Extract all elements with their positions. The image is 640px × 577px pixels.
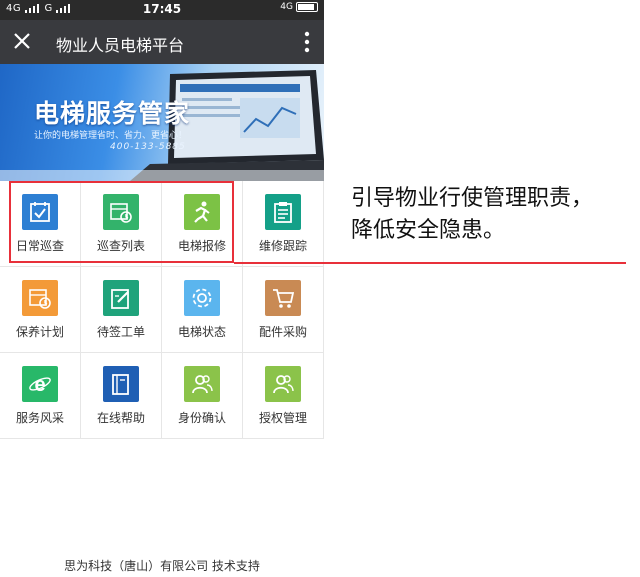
callout-line-2: 降低安全隐患。 bbox=[351, 218, 506, 243]
close-icon[interactable] bbox=[12, 31, 32, 51]
nav-bar: 物业人员电梯平台 bbox=[0, 20, 324, 64]
banner: 电梯服务管家 让你的电梯管理省时、省力、更省心！ 400-133-5885 bbox=[0, 64, 324, 181]
callout-line-1: 引导物业行使管理职责， bbox=[351, 186, 594, 211]
svg-text:e: e bbox=[34, 374, 45, 395]
battery-icon bbox=[296, 2, 318, 12]
phone-screen: 4G G 17:45 4G 物业人员电梯平台 电梯服务管家 让你的电梯管理省时、… bbox=[0, 0, 324, 577]
callout-text: 引导物业行使管理职责， 降低安全隐患。 bbox=[351, 183, 593, 247]
status-right: 4G bbox=[280, 2, 318, 12]
callout-line bbox=[234, 262, 626, 264]
menu-item[interactable]: 授权管理 bbox=[243, 353, 324, 439]
menu-item-label: 配件采购 bbox=[258, 325, 307, 339]
footer-credit: 思为科技（唐山）有限公司 技术支持 bbox=[64, 559, 260, 573]
more-menu-icon[interactable] bbox=[304, 31, 310, 53]
menu-item-label: 待签工单 bbox=[96, 325, 145, 339]
menu-item[interactable]: 保养计划 bbox=[0, 267, 81, 353]
banner-phone: 400-133-5885 bbox=[110, 142, 186, 152]
menu-item-label: 授权管理 bbox=[258, 411, 307, 425]
network-label: 4G bbox=[280, 2, 293, 12]
menu-item[interactable]: 配件采购 bbox=[243, 267, 324, 353]
page-title: 物业人员电梯平台 bbox=[56, 36, 185, 55]
users-icon bbox=[265, 366, 301, 402]
browser-e-icon: e bbox=[22, 366, 58, 402]
clipboard-list-icon bbox=[265, 194, 301, 230]
menu-item-label: 服务风采 bbox=[15, 411, 64, 425]
banner-title: 电梯服务管家 bbox=[34, 99, 191, 128]
menu-item[interactable]: 电梯状态 bbox=[162, 267, 243, 353]
menu-item-label: 维修跟踪 bbox=[258, 239, 307, 253]
highlight-box bbox=[9, 181, 234, 263]
menu-item[interactable]: 身份确认 bbox=[162, 353, 243, 439]
status-bar: 4G G 17:45 4G bbox=[0, 0, 324, 20]
gear-icon bbox=[184, 280, 220, 316]
menu-item-label: 在线帮助 bbox=[96, 411, 145, 425]
menu-item-label: 电梯状态 bbox=[177, 325, 226, 339]
menu-item[interactable]: 在线帮助 bbox=[81, 353, 162, 439]
cart-icon bbox=[265, 280, 301, 316]
menu-item-label: 身份确认 bbox=[177, 411, 226, 425]
book-icon bbox=[103, 366, 139, 402]
banner-subtitle: 让你的电梯管理省时、省力、更省心！ bbox=[34, 131, 188, 141]
calendar-clock-icon bbox=[22, 280, 58, 316]
users-icon bbox=[184, 366, 220, 402]
menu-item[interactable]: 待签工单 bbox=[81, 267, 162, 353]
edit-document-icon bbox=[103, 280, 139, 316]
menu-item[interactable]: e 服务风采 bbox=[0, 353, 81, 439]
menu-item[interactable]: 维修跟踪 bbox=[243, 181, 324, 267]
menu-item-label: 保养计划 bbox=[15, 325, 64, 339]
clock: 17:45 bbox=[142, 2, 182, 16]
